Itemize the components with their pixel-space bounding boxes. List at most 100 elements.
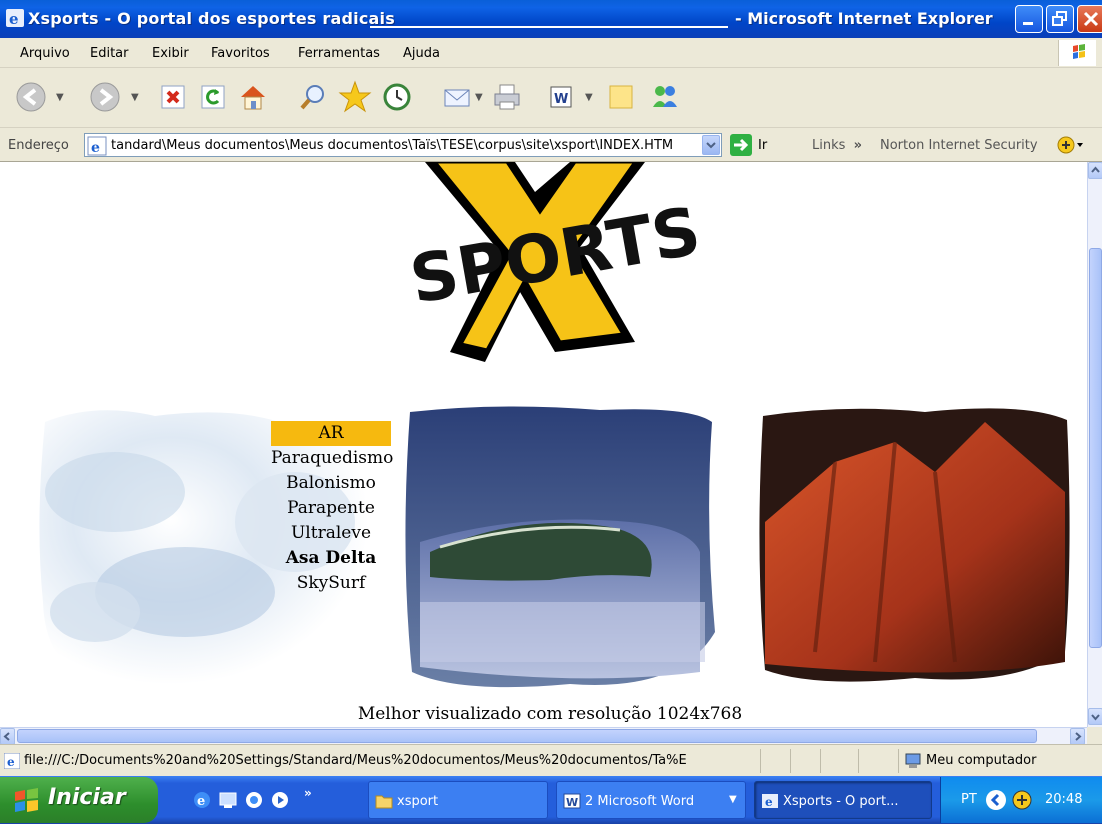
desktop-icon[interactable] [218, 790, 238, 810]
windows-logo-icon [15, 788, 38, 812]
task-xsports-browser[interactable]: e Xsports - O port... [754, 781, 932, 819]
search-button[interactable] [296, 80, 330, 114]
menu-arquivo[interactable]: Arquivo [20, 46, 70, 61]
windows-logo-icon [1073, 44, 1085, 59]
status-divider [760, 749, 761, 773]
page-ie-icon: e [87, 136, 107, 156]
minimize-button[interactable] [1015, 5, 1043, 33]
scroll-left-button[interactable] [0, 728, 15, 745]
print-button[interactable] [490, 80, 524, 114]
start-button[interactable]: Iniciar [0, 777, 158, 823]
wave-image [405, 406, 715, 688]
menu-favoritos[interactable]: Favoritos [211, 46, 270, 61]
mail-icon [444, 89, 470, 107]
links-chevron: » [853, 138, 863, 153]
status-bar: e file:///C:/Documents%20and%20Settings/… [0, 744, 1102, 776]
messenger-button[interactable] [648, 80, 682, 114]
vertical-scroll-thumb[interactable] [1089, 248, 1102, 648]
messenger-icon [653, 86, 677, 107]
menu-item-balonismo[interactable]: Balonismo [271, 471, 391, 496]
status-divider [820, 749, 821, 773]
back-dropdown-icon[interactable]: ▼ [56, 92, 64, 103]
svg-text:e: e [91, 140, 100, 156]
forward-button[interactable] [88, 80, 122, 114]
forward-dropdown-icon[interactable]: ▼ [131, 92, 139, 103]
norton-icon[interactable] [1056, 135, 1086, 155]
word-icon: W [563, 793, 581, 809]
close-button[interactable] [1077, 5, 1102, 33]
menu-item-asa-delta[interactable]: Asa Delta [271, 546, 391, 571]
links-button[interactable]: Links » [812, 138, 862, 153]
chevron-down-icon[interactable]: ▼ [729, 794, 737, 805]
ie-icon: e [6, 9, 24, 27]
chevron-down-icon [706, 142, 716, 149]
edit-dropdown-icon[interactable]: ▼ [585, 92, 593, 103]
address-bar: Endereço e tandard\Meus documentos\Meus … [0, 128, 1102, 162]
go-label[interactable]: Ir [758, 138, 767, 153]
menu-heading[interactable]: AR [271, 421, 391, 446]
menu-item-skysurf[interactable]: SkySurf [271, 571, 391, 596]
page-content: SPORTS AR Paraquedismo Balonismo Parapen… [0, 162, 1087, 727]
menu-item-ultraleve[interactable]: Ultraleve [271, 521, 391, 546]
favorites-button[interactable] [338, 80, 372, 114]
go-button[interactable] [730, 134, 752, 156]
resolution-note: Melhor visualizado com resolução 1024x76… [357, 704, 743, 724]
restore-button[interactable] [1046, 5, 1074, 33]
home-icon [241, 86, 265, 110]
history-button[interactable] [380, 80, 414, 114]
address-value: tandard\Meus documentos\Meus documentos\… [111, 138, 674, 153]
ie-icon[interactable]: e [192, 790, 212, 810]
sports-menu: AR Paraquedismo Balonismo Parapente Ultr… [271, 421, 393, 596]
mail-button[interactable] [440, 80, 474, 114]
menu-ferramentas[interactable]: Ferramentas [298, 46, 380, 61]
norton-label[interactable]: Norton Internet Security [880, 138, 1038, 153]
menu-editar[interactable]: Editar [90, 46, 129, 61]
mail-dropdown-icon[interactable]: ▼ [475, 92, 483, 103]
stop-button[interactable] [156, 80, 190, 114]
chevron-left-icon[interactable] [985, 789, 1007, 811]
go-icon [734, 138, 749, 152]
horizontal-scrollbar[interactable] [0, 727, 1087, 745]
menu-exibir[interactable]: Exibir [152, 46, 189, 61]
vertical-scrollbar[interactable] [1087, 162, 1102, 727]
title-bar: e Xsports - O portal dos esportes radica… [0, 0, 1102, 38]
clock: 20:48 [1045, 792, 1083, 807]
address-label: Endereço [8, 138, 69, 153]
scroll-down-button[interactable] [1088, 708, 1102, 725]
status-divider [898, 749, 899, 773]
svg-text:e: e [197, 794, 205, 809]
windows-flag-logo [1058, 40, 1096, 66]
svg-text:e: e [9, 10, 19, 27]
note-icon [609, 85, 633, 109]
scroll-up-button[interactable] [1088, 162, 1102, 179]
menu-ajuda[interactable]: Ajuda [403, 46, 440, 61]
address-input[interactable]: e tandard\Meus documentos\Meus documento… [84, 133, 722, 157]
ie-icon: e [762, 794, 778, 809]
task-xsport[interactable]: xsport [368, 781, 548, 819]
scroll-right-button[interactable] [1070, 728, 1085, 745]
chevron-left-icon [3, 732, 10, 741]
status-divider [858, 749, 859, 773]
discuss-button[interactable] [604, 80, 638, 114]
history-icon [383, 83, 411, 111]
xsports-logo: SPORTS [405, 162, 705, 362]
edit-word-button[interactable]: W [544, 80, 578, 114]
browser-icon[interactable] [244, 790, 264, 810]
minimize-icon [1023, 22, 1033, 25]
norton-icon[interactable] [1011, 789, 1033, 811]
status-divider [790, 749, 791, 773]
menu-item-paraquedismo[interactable]: Paraquedismo [271, 446, 393, 471]
toolbar: ▼ ▼ ▼ W ▼ [0, 68, 1102, 128]
horizontal-scroll-thumb[interactable] [17, 729, 1037, 743]
menu-item-parapente[interactable]: Parapente [271, 496, 391, 521]
address-dropdown-button[interactable] [702, 135, 720, 155]
stop-icon [161, 85, 185, 109]
mountain-image [759, 408, 1070, 682]
quicklaunch-overflow-button[interactable]: » [304, 786, 312, 800]
back-button[interactable] [14, 80, 48, 114]
home-button[interactable] [236, 80, 270, 114]
task-word[interactable]: W 2 Microsoft Word ▼ [556, 781, 746, 819]
refresh-button[interactable] [196, 80, 230, 114]
media-player-icon[interactable] [270, 790, 290, 810]
language-indicator[interactable]: PT [961, 792, 977, 807]
